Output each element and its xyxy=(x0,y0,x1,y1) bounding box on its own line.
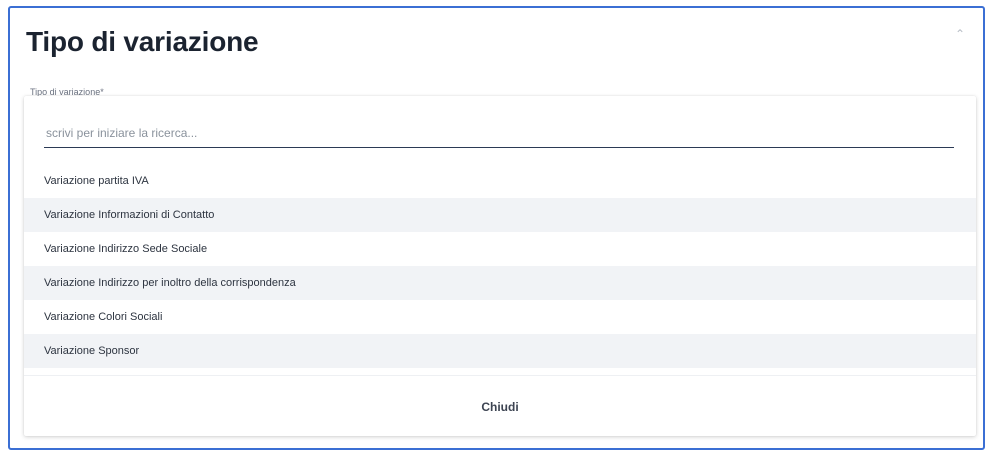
option-item[interactable]: Variazione Indirizzo per inoltro della c… xyxy=(24,266,976,300)
option-item[interactable]: Variazione Colori Sociali xyxy=(24,300,976,334)
option-item[interactable]: Variazione Indirizzo Sede Sociale xyxy=(24,232,976,266)
close-button[interactable]: Chiudi xyxy=(24,376,976,437)
option-item[interactable]: Variazione partita IVA xyxy=(24,164,976,198)
page-title: Tipo di variazione xyxy=(26,26,259,57)
option-item[interactable]: Variazione Sponsor xyxy=(24,334,976,368)
options-list: Variazione partita IVA Variazione Inform… xyxy=(24,164,976,368)
option-item[interactable]: Variazione Informazioni di Contatto xyxy=(24,198,976,232)
dropdown-footer: Chiudi xyxy=(24,375,976,437)
search-input[interactable] xyxy=(44,118,954,148)
chevron-up-icon[interactable]: ⌃ xyxy=(952,28,968,40)
select-dropdown: Variazione partita IVA Variazione Inform… xyxy=(24,96,976,436)
